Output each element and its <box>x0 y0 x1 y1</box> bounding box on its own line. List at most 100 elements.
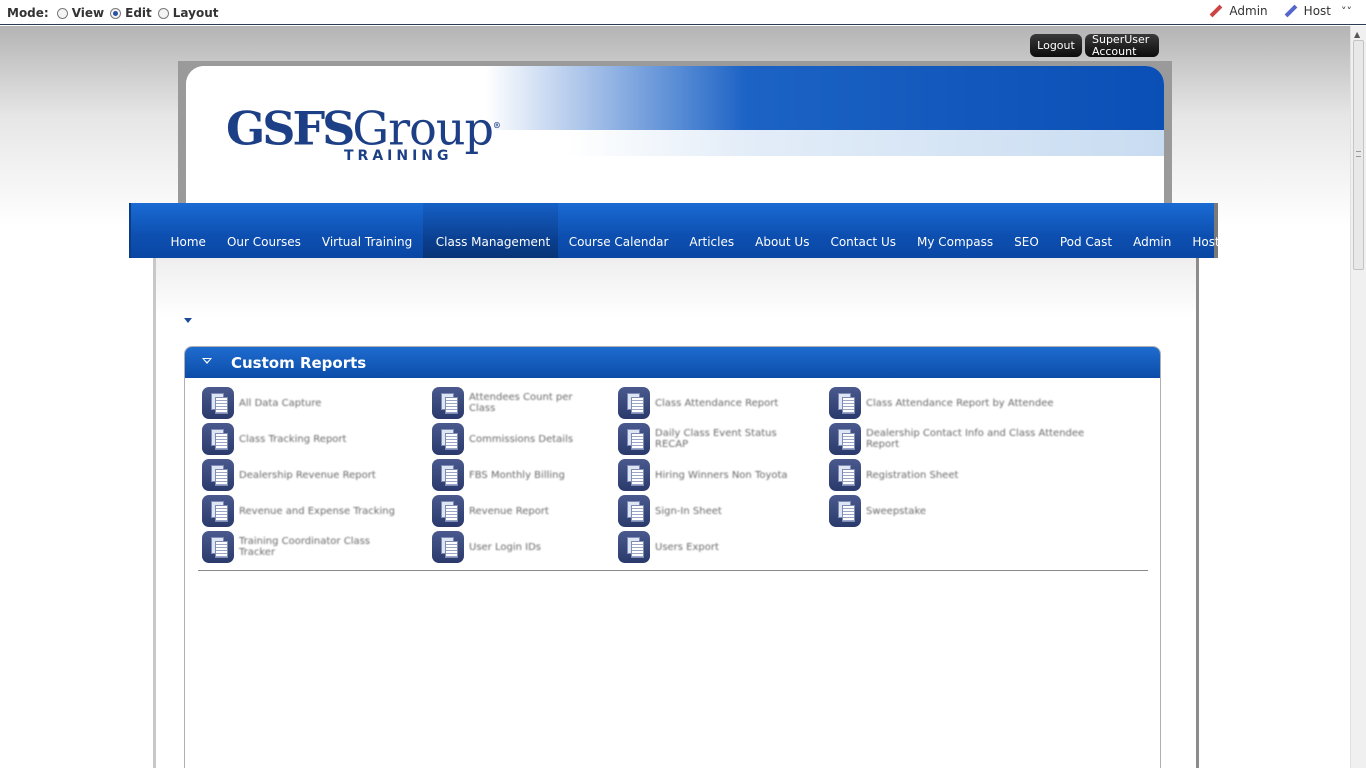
gsfs-group-logo[interactable]: GSFSGroup® TRAINING <box>226 102 501 164</box>
header-banner: GSFSGroup® TRAINING <box>186 66 1164 211</box>
mode-layout-option[interactable]: Layout <box>157 6 219 20</box>
report-label: Sign-In Sheet <box>655 505 722 517</box>
report-training-coordinator-class-tracker[interactable]: Training Coordinator Class Tracker <box>202 531 370 563</box>
report-label: Commissions Details <box>469 433 574 445</box>
report-document-icon <box>618 495 650 527</box>
pencil-blue-icon <box>1282 4 1298 18</box>
mode-view-label: View <box>71 6 105 20</box>
nav-item-class-management[interactable]: Class Management <box>422 203 559 258</box>
report-label: Dealership Contact Info and Class Attend… <box>866 428 1085 450</box>
report-document-icon <box>432 387 464 419</box>
report-label: Registration Sheet <box>866 469 959 481</box>
report-attendees-count-per-class[interactable]: Attendees Count per Class <box>432 387 573 419</box>
mode-edit-option[interactable]: Edit <box>110 6 152 20</box>
report-document-icon <box>618 531 650 563</box>
mode-label: Mode: <box>7 6 49 20</box>
nav-item-course-calendar[interactable]: Course Calendar <box>558 203 679 258</box>
report-sign-in-sheet[interactable]: Sign-In Sheet <box>618 495 722 527</box>
report-document-icon <box>829 387 861 419</box>
nav-item-host[interactable]: Host <box>1182 203 1230 258</box>
report-label: Daily Class Event Status RECAP <box>655 428 777 450</box>
report-label: Dealership Revenue Report <box>239 469 376 481</box>
report-document-icon <box>432 531 464 563</box>
report-hiring-winners-non-toyota[interactable]: Hiring Winners Non Toyota <box>618 459 788 491</box>
report-revenue[interactable]: Revenue Report <box>432 495 549 527</box>
report-daily-class-event-status[interactable]: Daily Class Event Status RECAP <box>618 423 777 455</box>
report-document-icon <box>202 387 234 419</box>
pencil-red-icon <box>1207 4 1223 18</box>
host-link-label: Host <box>1303 4 1331 18</box>
logo-main-text: GSFS <box>226 101 355 156</box>
logout-button[interactable]: Logout <box>1030 34 1082 57</box>
report-fbs-monthly-billing[interactable]: FBS Monthly Billing <box>432 459 565 491</box>
superuser-account-button[interactable]: SuperUser Account <box>1085 34 1159 58</box>
report-commissions-details[interactable]: Commissions Details <box>432 423 573 455</box>
report-document-icon <box>829 495 861 527</box>
report-document-icon <box>618 459 650 491</box>
admin-link[interactable]: Admin <box>1207 4 1267 18</box>
report-document-icon <box>202 495 234 527</box>
custom-reports-title: Custom Reports <box>231 354 367 372</box>
collapse-chevron-icon[interactable]: ˅˅ <box>1341 5 1352 18</box>
main-navigation: Home Our Courses Virtual Training Class … <box>129 203 1220 258</box>
account-label-line2: Account <box>1092 45 1137 58</box>
report-class-attendance[interactable]: Class Attendance Report <box>618 387 778 419</box>
nav-item-virtual-training[interactable]: Virtual Training <box>311 203 422 258</box>
report-document-icon <box>618 387 650 419</box>
logo-wordmark: GSFSGroup® <box>226 102 501 151</box>
report-label: Hiring Winners Non Toyota <box>655 469 788 481</box>
report-revenue-expense-tracking[interactable]: Revenue and Expense Tracking <box>202 495 395 527</box>
logo-training-text: TRAINING <box>344 148 453 164</box>
nav-item-our-courses[interactable]: Our Courses <box>216 203 311 258</box>
report-document-icon <box>202 459 234 491</box>
mode-edit-radio[interactable] <box>110 7 122 19</box>
report-label: Training Coordinator Class Tracker <box>239 536 371 558</box>
module-menu-arrow-icon[interactable] <box>184 318 192 323</box>
report-document-icon <box>202 531 234 563</box>
report-label: Revenue and Expense Tracking <box>239 505 395 517</box>
report-sweepstake[interactable]: Sweepstake <box>829 495 926 527</box>
reports-divider <box>198 570 1148 571</box>
host-link[interactable]: Host <box>1282 4 1331 18</box>
report-all-data-capture[interactable]: All Data Capture <box>202 387 321 419</box>
report-document-icon <box>618 423 650 455</box>
mode-edit-label: Edit <box>125 6 152 20</box>
report-class-attendance-by-attendee[interactable]: Class Attendance Report by Attendee <box>829 387 1054 419</box>
report-document-icon <box>202 423 234 455</box>
nav-item-admin[interactable]: Admin <box>1123 203 1182 258</box>
report-dealership-contact-info[interactable]: Dealership Contact Info and Class Attend… <box>829 423 1084 455</box>
mode-view-option[interactable]: View <box>56 6 105 20</box>
report-users-export[interactable]: Users Export <box>618 531 719 563</box>
report-registration-sheet[interactable]: Registration Sheet <box>829 459 958 491</box>
report-label: Attendees Count per Class <box>469 392 573 414</box>
report-label: Class Attendance Report <box>655 397 779 409</box>
nav-item-articles[interactable]: Articles <box>679 203 745 258</box>
report-document-icon <box>432 423 464 455</box>
nav-item-home[interactable]: Home <box>160 203 216 258</box>
report-label: FBS Monthly Billing <box>469 469 565 481</box>
scroll-up-arrow-icon[interactable]: ▲ <box>1354 30 1360 39</box>
nav-item-about-us[interactable]: About Us <box>745 203 820 258</box>
logout-label: Logout <box>1037 39 1075 52</box>
report-label: All Data Capture <box>239 397 322 409</box>
nav-item-seo[interactable]: SEO <box>1004 203 1050 258</box>
report-label: User Login IDs <box>469 541 541 553</box>
mode-layout-radio[interactable] <box>157 7 169 19</box>
control-bar: Mode: View Edit Layout Admin Host ˅˅ <box>0 0 1366 25</box>
report-dealership-revenue[interactable]: Dealership Revenue Report <box>202 459 376 491</box>
mode-view-radio[interactable] <box>56 7 68 19</box>
admin-link-label: Admin <box>1229 4 1268 18</box>
report-document-icon <box>432 495 464 527</box>
report-label: Revenue Report <box>469 505 549 517</box>
nav-item-contact-us[interactable]: Contact Us <box>820 203 907 258</box>
report-user-login-ids[interactable]: User Login IDs <box>432 531 541 563</box>
vertical-scrollbar[interactable]: ▲ <box>1350 26 1366 768</box>
logo-registered-mark: ® <box>492 120 501 130</box>
report-document-icon <box>829 459 861 491</box>
nav-item-my-compass[interactable]: My Compass <box>907 203 1004 258</box>
report-label: Class Tracking Report <box>239 433 347 445</box>
scroll-thumb[interactable] <box>1353 40 1364 270</box>
nav-item-pod-cast[interactable]: Pod Cast <box>1049 203 1122 258</box>
report-class-tracking[interactable]: Class Tracking Report <box>202 423 346 455</box>
collapse-triangle-icon[interactable] <box>202 358 212 364</box>
